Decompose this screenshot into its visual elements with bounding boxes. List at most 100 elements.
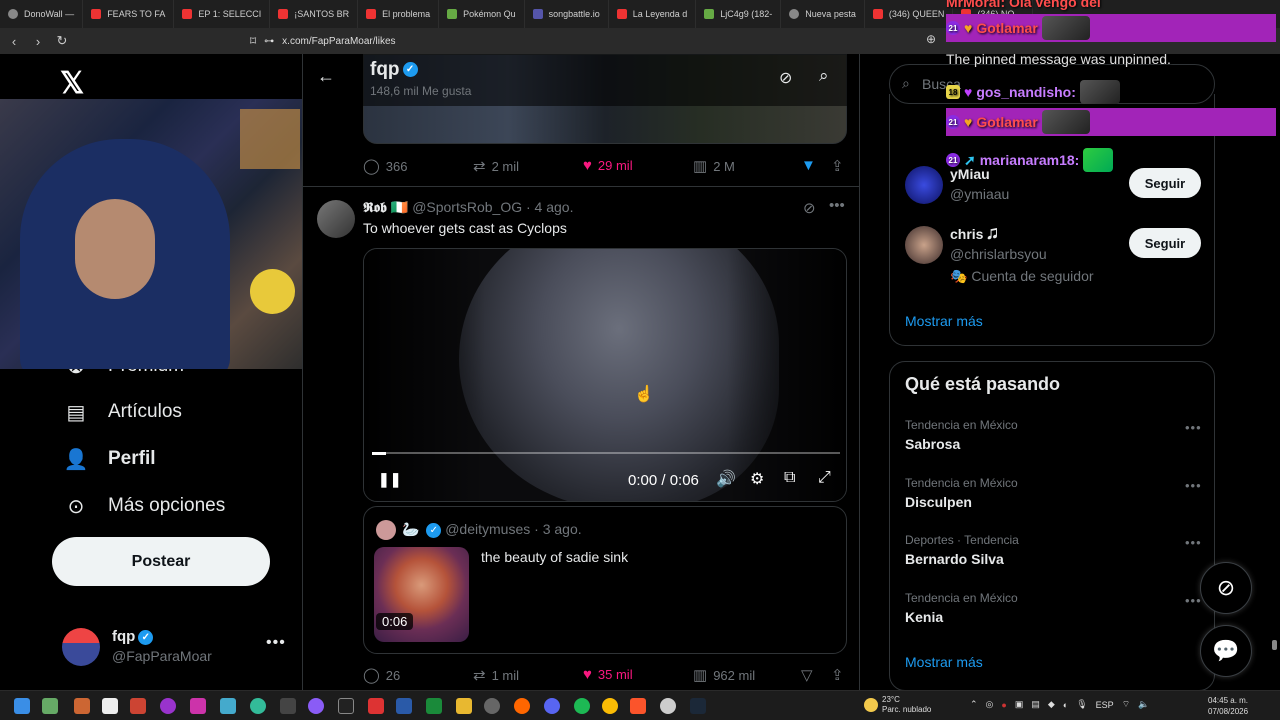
trend-item[interactable]: Tendencia en México Kenia ••• [905,591,1205,641]
grok-icon[interactable]: ⊘ [779,68,792,88]
follow-suggestion[interactable]: chris 🎜 @chrislarbsyou 🎭 Cuenta de segui… [905,226,1205,286]
browser-tab[interactable]: La Leyenda d [609,0,697,28]
zoom-icon[interactable]: ⊕ [926,32,936,46]
microphone-icon[interactable]: 🎙 [1076,699,1087,710]
sidebar-item-mas-opciones[interactable]: ⊙ Más opciones [64,494,226,518]
quoted-tweet[interactable]: 🦢 ✓ @deitymuses · 3 ago. 0:06 the beauty… [363,506,847,654]
trend-item[interactable]: Tendencia en México Sabrosa ••• [905,418,1205,468]
app-icon[interactable] [102,698,118,714]
scrollbar[interactable] [1272,640,1277,650]
author-name[interactable]: 𝕽𝖔𝖇 [363,199,387,215]
like-button[interactable]: ♥ 35 mil [583,666,633,683]
views-button[interactable]: ▥ 962 mil [693,666,755,684]
photoshop-icon[interactable] [396,698,412,714]
sidebar-item-articulos[interactable]: ▤ Artículos [64,400,182,424]
video-player[interactable]: ☝ ❚❚ 0:00 / 0:06 🔊 ⚙ ⧉ ⤢ [363,248,847,502]
language-indicator[interactable]: ESP [1096,700,1114,710]
app-icon[interactable] [484,698,500,714]
url-text[interactable]: x.com/FapParaMoar/likes [282,36,395,47]
more-icon[interactable]: ••• [829,197,845,214]
chrome-icon[interactable] [602,698,618,714]
trend-item[interactable]: Tendencia en México Disculpen ••• [905,476,1205,526]
weather-widget[interactable]: 23°C Parc. nublado [864,695,931,715]
like-button[interactable]: ♥ 29 mil [583,157,633,174]
reply-button[interactable]: ◯ 26 [363,666,400,684]
sidebar-item-perfil[interactable]: 👤 Perfil [64,447,156,471]
app-icon[interactable] [74,698,90,714]
more-icon[interactable]: ••• [1185,420,1202,435]
spotify-icon[interactable] [574,698,590,714]
app-icon[interactable] [160,698,176,714]
browser-tab[interactable]: LjC4g9 (182- [696,0,782,28]
clock[interactable]: 04:45 a. m. 07/08/2026 [1208,695,1248,717]
search-icon[interactable]: ⌕ [819,66,829,86]
account-switcher[interactable]: fqp ✓ @FapParaMoar ••• [62,626,292,670]
volume-icon[interactable]: 🔈 [1138,699,1149,710]
chevron-up-icon[interactable]: ⌃ [970,699,978,710]
video-progress-track[interactable] [372,452,840,454]
reload-icon[interactable]: ↻ [52,31,72,51]
trend-item[interactable]: Deportes · Tendencia Bernardo Silva ••• [905,533,1205,583]
xbox-icon[interactable] [426,698,442,714]
tray-icon[interactable]: ◆ [1048,699,1055,710]
author-handle[interactable]: @SportsRob_OG [412,199,522,215]
app-icon[interactable] [368,698,384,714]
windows-start-icon[interactable] [14,698,30,714]
more-icon[interactable]: ••• [1185,535,1202,550]
tray-icon[interactable]: ▣ [1015,699,1024,710]
app-icon[interactable] [308,698,324,714]
repost-button[interactable]: ⇄ 1 mil [473,666,519,684]
follow-button[interactable]: Seguir [1129,228,1201,258]
follow-suggestion[interactable]: yMiau @ymiaau Seguir [905,166,1205,226]
tray-icon[interactable]: ◎ [986,699,994,710]
settings-gear-icon[interactable]: ⚙ [750,469,764,489]
firefox-icon[interactable] [514,698,530,714]
tray-icon[interactable]: ● [1001,700,1006,710]
app-icon[interactable] [220,698,236,714]
browser-tab[interactable]: Pokémon Qu [439,0,525,28]
avatar[interactable] [317,200,355,238]
messages-fab-button[interactable]: 💬 [1200,625,1252,677]
more-icon[interactable]: ••• [1185,478,1202,493]
app-icon[interactable] [250,698,266,714]
bookmark-icon[interactable]: ⌑ [250,34,256,48]
share-button[interactable]: ⇪ [831,666,844,684]
more-icon[interactable]: ••• [1185,593,1202,608]
share-button[interactable]: ⇪ [831,157,844,175]
folder-icon[interactable] [456,698,472,714]
app-icon[interactable] [338,698,354,714]
site-info-icon[interactable]: ⊶ [264,36,274,47]
brave-icon[interactable] [630,698,646,714]
browser-tab[interactable]: EP 1: SELECCI [174,0,271,28]
tray-icon[interactable]: ◐ [1063,700,1068,710]
grok-fab-button[interactable]: ⊘ [1200,562,1252,614]
app-icon[interactable] [660,698,676,714]
discord-icon[interactable] [544,698,560,714]
browser-tab[interactable]: Nueva pesta [781,0,865,28]
browser-tab[interactable]: El problema [358,0,440,28]
app-icon[interactable] [280,698,296,714]
volume-icon[interactable]: 🔊 [716,469,736,489]
tweet-date[interactable]: · 4 ago. [526,199,573,215]
back-arrow-icon[interactable]: ← [317,66,335,87]
app-icon[interactable] [42,698,58,714]
address-bar[interactable]: ⌑ ⊶ x.com/FapParaMoar/likes [250,31,950,51]
browser-tab[interactable]: songbattle.io [525,0,609,28]
tray-icon[interactable]: ▤ [1031,699,1040,710]
browser-tab[interactable]: ¡SANTOS BR [270,0,359,28]
more-icon[interactable]: ••• [266,634,286,652]
steam-icon[interactable] [690,698,706,714]
forward-arrow-icon[interactable]: › [28,31,48,51]
repost-button[interactable]: ⇄ 2 mil [473,157,519,175]
browser-tab[interactable]: FEARS TO FA [83,0,175,28]
reply-button[interactable]: ◯ 366 [363,157,408,175]
post-button[interactable]: Postear [52,537,270,586]
views-button[interactable]: ▥ 2 M [693,157,735,175]
show-more-link[interactable]: Mostrar más [905,654,983,670]
wifi-icon[interactable]: ⌔ [1122,699,1130,710]
browser-tab[interactable]: (346) QUEEN [865,0,954,28]
app-icon[interactable] [190,698,206,714]
bookmark-button[interactable]: ▼ [801,157,816,174]
fullscreen-icon[interactable]: ⤢ [818,469,831,487]
grok-icon[interactable]: ⊘ [803,199,816,217]
